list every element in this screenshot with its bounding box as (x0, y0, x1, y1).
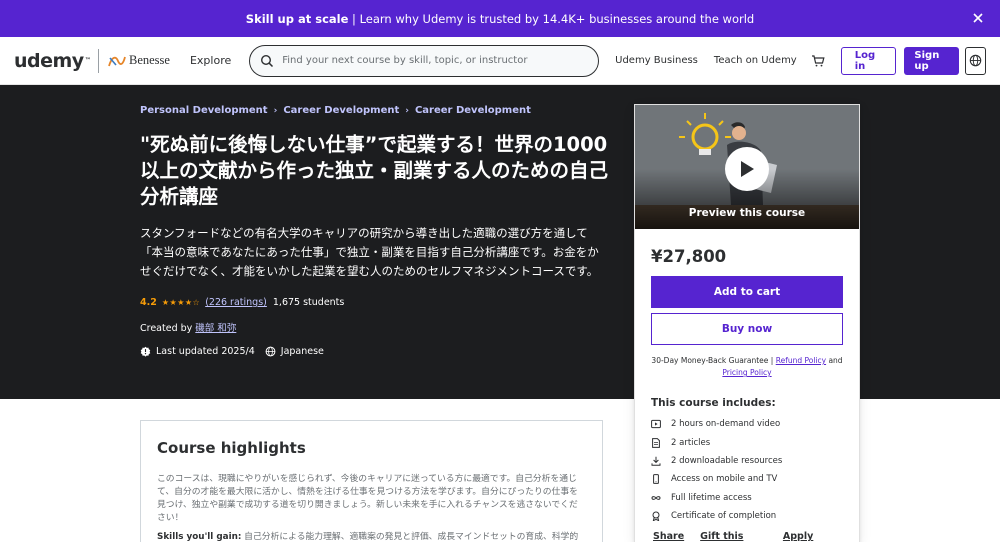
certificate-icon (652, 511, 660, 522)
course-highlights: Course highlights このコースは、現職にやりがいを感じられず、今… (140, 420, 603, 542)
skills-text: 自己分析による能力理解、適職案の発見と評価、成長マインドセットの育成、科学的 (241, 532, 579, 542)
search-input[interactable] (282, 55, 589, 66)
instructor-link[interactable]: 磯部 和弥 (195, 323, 236, 334)
apply-coupon-button[interactable]: Apply Coupon (783, 531, 843, 542)
breadcrumb-item-1[interactable]: Personal Development (140, 105, 268, 116)
include-text: Full lifetime access (671, 492, 752, 503)
promo-banner[interactable]: Skill up at scale | Learn why Udemy is t… (0, 0, 1000, 37)
course-subtitle: スタンフォードなどの有名大学のキャリアの研究から導き出した適職の選び方を通して「… (140, 226, 599, 278)
banner-text: Skill up at scale | Learn why Udemy is t… (246, 12, 754, 26)
signup-button[interactable]: Sign up (904, 46, 959, 75)
refund-policy-link[interactable]: Refund Policy (776, 356, 826, 365)
preview-label: Preview this course (688, 207, 806, 219)
globe-icon (265, 346, 276, 357)
includes-list: 2 hours on-demand video 2 articles 2 dow… (651, 415, 859, 525)
top-header: udemy™ Benesse Explore Udemy Business Te… (0, 37, 1000, 85)
skills-label: Skills you'll gain: (157, 532, 242, 542)
video-icon (651, 420, 661, 429)
language-text: Japanese (280, 346, 324, 357)
benesse-text: Benesse (129, 53, 170, 67)
breadcrumb-item-3[interactable]: Career Development (415, 105, 531, 116)
login-button[interactable]: Log in (840, 46, 897, 75)
list-item: Access on mobile and TV (651, 470, 859, 488)
last-updated: Last updated 2025/4 (156, 346, 255, 357)
highlights-title: Course highlights (157, 439, 306, 457)
highlights-body: このコースは、現職にやりがいを感じられず、今後のキャリアに迷っている方に最適です… (157, 474, 578, 523)
alert-badge-icon (140, 346, 151, 357)
add-to-cart-button[interactable]: Add to cart (651, 276, 843, 308)
rating-row: 4.2 ★★★★☆ (226 ratings) 1,675 students (140, 297, 610, 308)
include-text: Certificate of completion (671, 511, 777, 522)
course-preview[interactable]: Preview this course (635, 105, 859, 229)
play-icon (741, 161, 754, 177)
students-count: 1,675 students (272, 297, 345, 308)
close-icon[interactable] (970, 10, 986, 26)
language-info: Japanese (265, 346, 324, 357)
pricing-policy-link[interactable]: Pricing Policy (722, 368, 771, 377)
card-actions: Share Gift this course Apply Coupon (653, 531, 859, 542)
guarantee-and: and (826, 356, 843, 365)
search-icon[interactable] (260, 54, 274, 68)
hero-content: Personal Development › Career Developmen… (140, 85, 610, 357)
buy-now-button[interactable]: Buy now (651, 313, 843, 345)
include-text: 2 hours on-demand video (671, 419, 781, 430)
created-by-label: Created by (140, 323, 196, 334)
gift-course-button[interactable]: Gift this course (700, 531, 767, 542)
guarantee-text: 30-Day Money-Back Guarantee | Refund Pol… (647, 355, 847, 379)
include-text: 2 articles (671, 437, 711, 448)
mobile-icon (653, 474, 659, 485)
list-item: 2 articles (651, 433, 859, 451)
star-rating-icon: ★★★★☆ (161, 298, 201, 307)
search-bar[interactable] (249, 44, 600, 77)
course-title: "死ぬ前に後悔しない仕事”で起業する！世界の1000以上の文献から作った独立・副… (140, 133, 609, 208)
ratings-count-link[interactable]: (226 ratings) (205, 297, 267, 308)
rating-value: 4.2 (140, 297, 157, 308)
cart-button[interactable] (811, 54, 825, 68)
course-price: ¥27,800 (651, 247, 727, 266)
udemy-logo[interactable]: udemy ™ (14, 49, 91, 72)
includes-title: This course includes: (651, 397, 776, 409)
list-item: 2 hours on-demand video (651, 415, 859, 433)
infinity-icon (651, 495, 661, 500)
breadcrumb: Personal Development › Career Developmen… (140, 105, 610, 116)
list-item: Certificate of completion (651, 507, 859, 525)
created-by: Created by 磯部 和弥 (140, 320, 610, 334)
banner-bold-text: Skill up at scale (245, 11, 349, 26)
play-button[interactable] (725, 147, 769, 191)
chevron-right-icon: › (405, 105, 409, 116)
guarantee-label: 30-Day Money-Back Guarantee | (651, 356, 776, 365)
banner-rest-text: | Learn why Udemy is trusted by 14.4K+ b… (348, 11, 755, 26)
share-button[interactable]: Share (653, 531, 684, 542)
udemy-business-link[interactable]: Udemy Business (615, 55, 698, 66)
chevron-right-icon: › (273, 105, 278, 116)
list-item: Full lifetime access (651, 489, 859, 507)
logo-text: udemy (14, 49, 84, 72)
download-icon (651, 456, 661, 466)
course-meta: Last updated 2025/4 Japanese (140, 346, 610, 357)
article-icon (652, 437, 660, 448)
highlights-skills: Skills you'll gain: 自己分析による能力理解、適職案の発見と評… (157, 531, 586, 542)
logo-divider (98, 48, 99, 73)
explore-menu[interactable]: Explore (190, 54, 231, 67)
include-text: Access on mobile and TV (671, 474, 778, 485)
include-text: 2 downloadable resources (671, 455, 783, 466)
language-button[interactable] (964, 46, 986, 75)
globe-icon (969, 54, 982, 67)
list-item: 2 downloadable resources (651, 452, 859, 470)
purchase-card: Preview this course ¥27,800 Add to cart … (634, 104, 860, 542)
breadcrumb-item-2[interactable]: Career Development (283, 105, 399, 116)
benesse-mark-icon (108, 56, 126, 66)
cart-icon (811, 54, 825, 66)
teach-on-udemy-link[interactable]: Teach on Udemy (714, 55, 797, 66)
benesse-logo: Benesse (107, 53, 170, 69)
